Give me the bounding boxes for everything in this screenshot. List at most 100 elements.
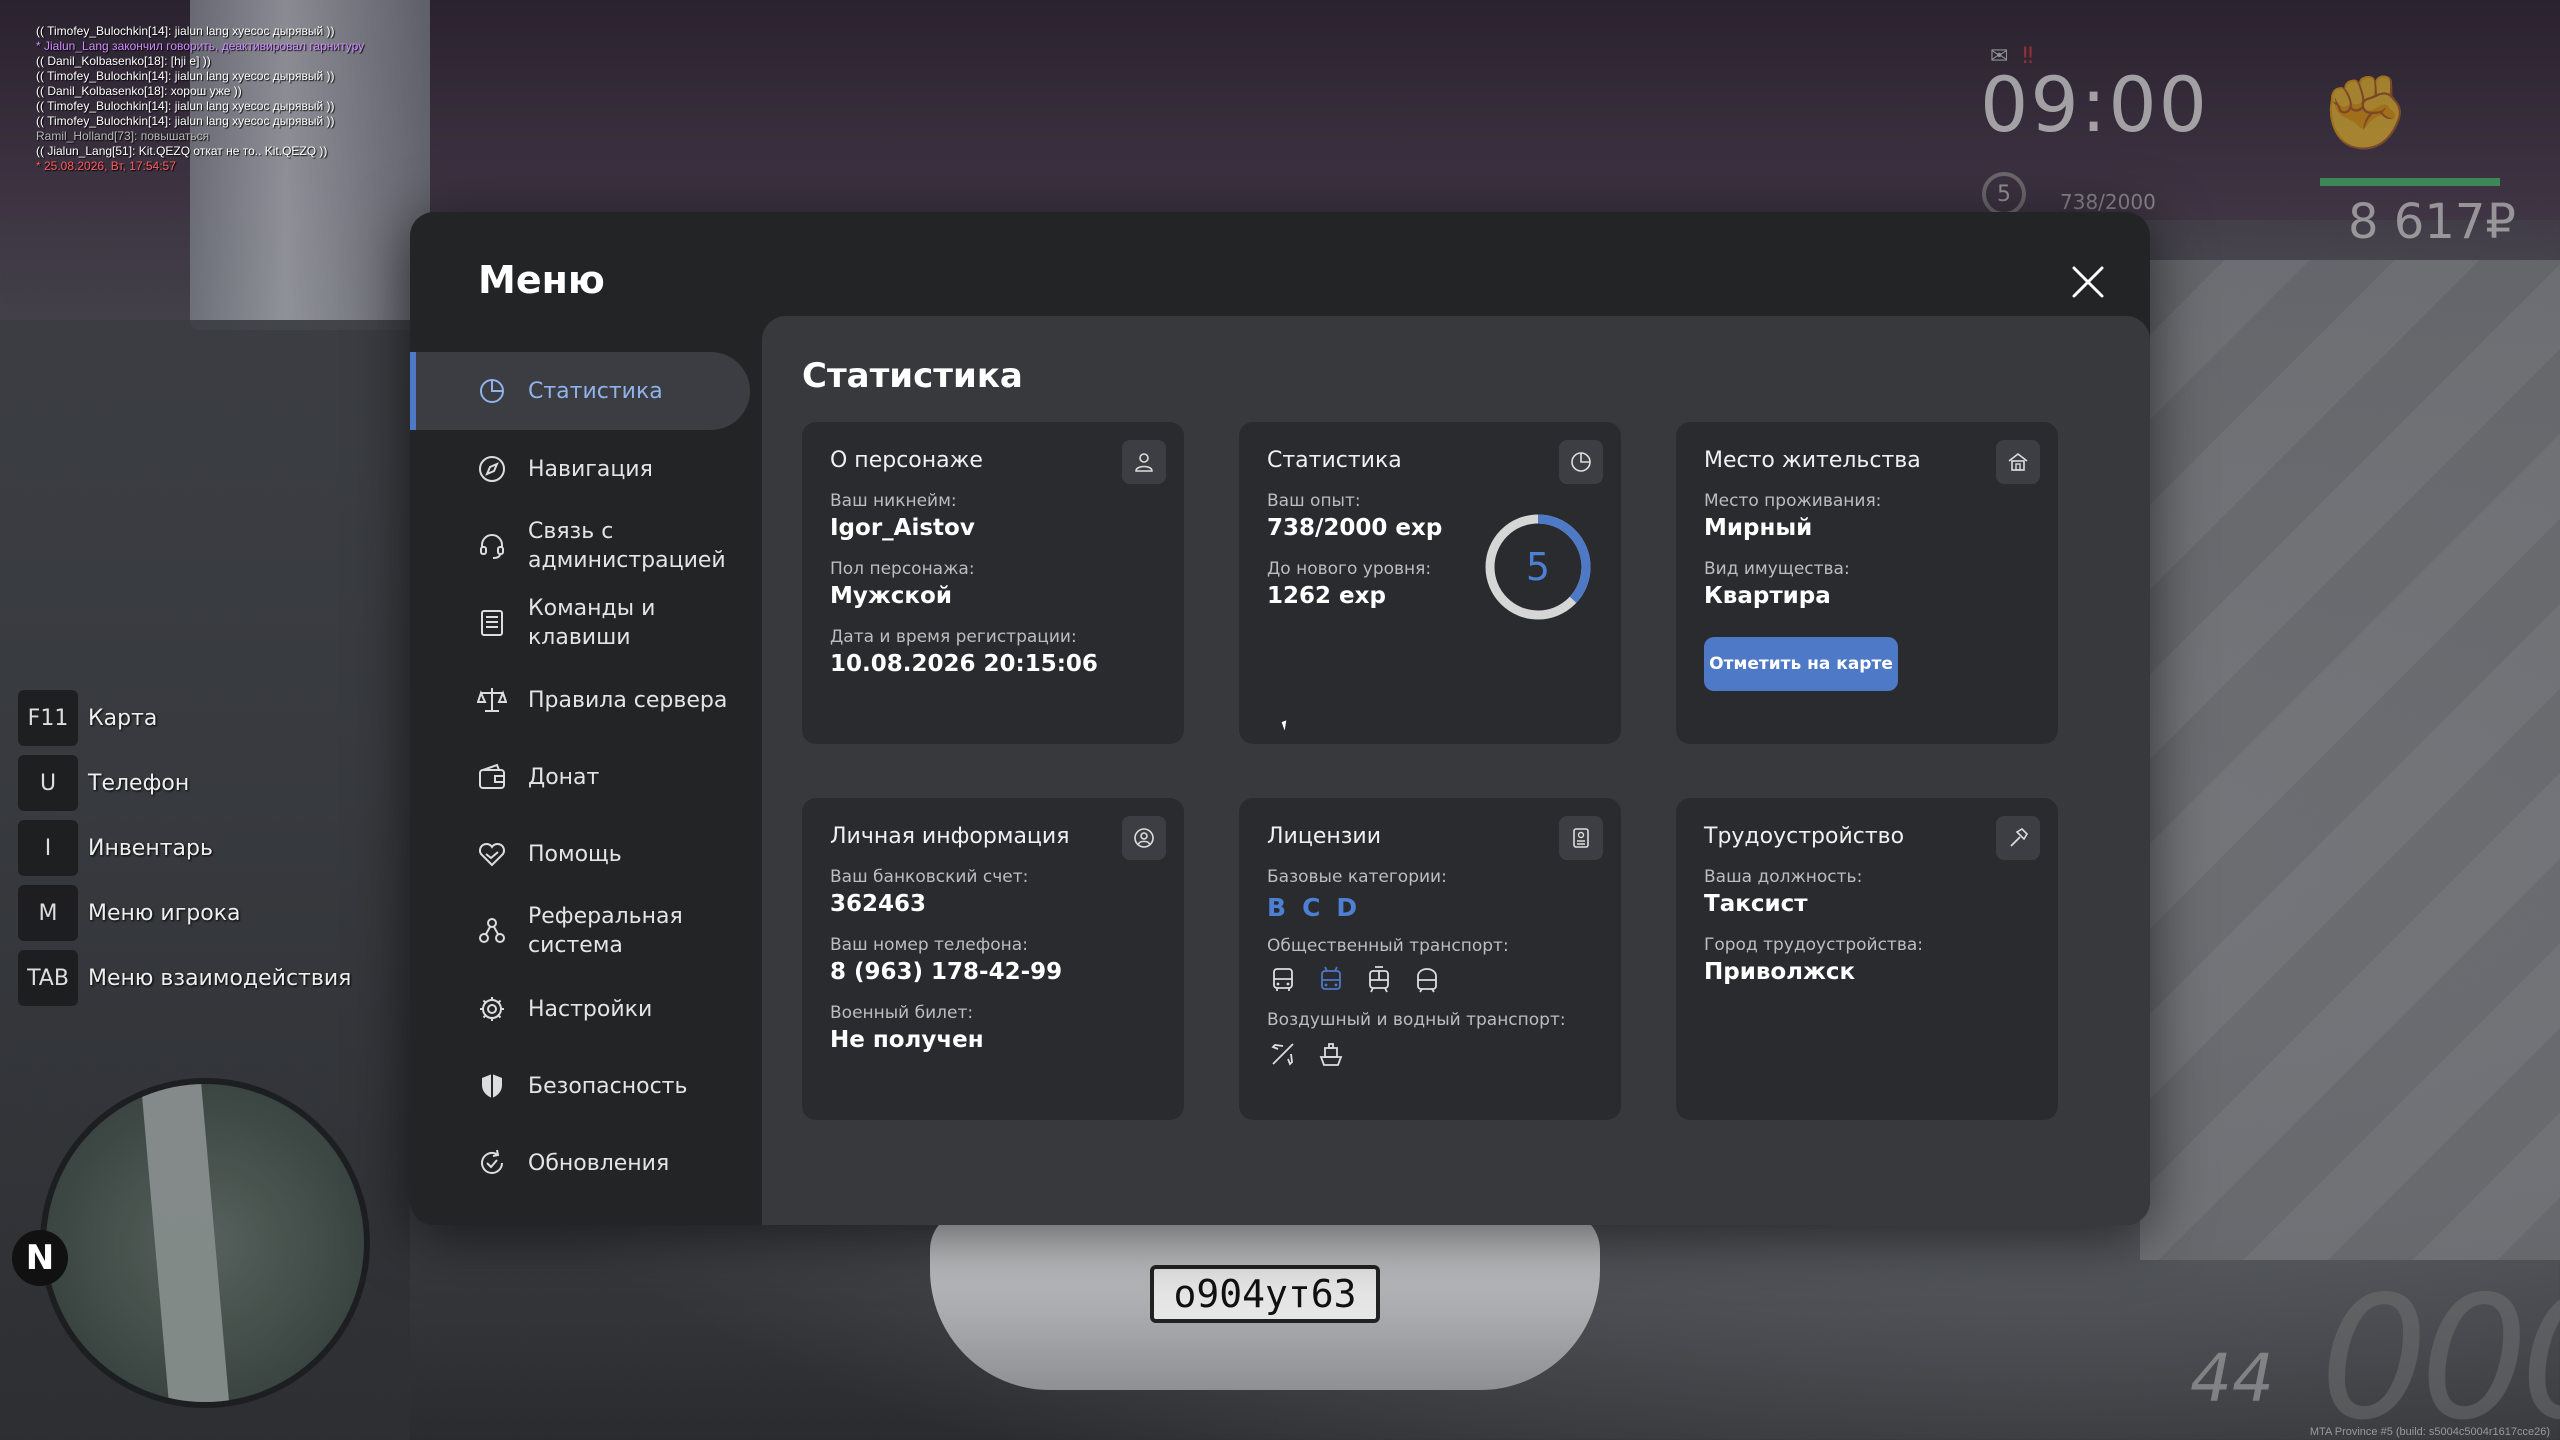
air-water-transport-label: Воздушный и водный транспорт: xyxy=(1267,1010,1566,1030)
license-categories: B C D xyxy=(1267,893,1593,922)
gender-label: Пол персонажа: xyxy=(830,559,975,579)
reg-label: Дата и время регистрации: xyxy=(830,627,1077,647)
card-title: О персонаже xyxy=(830,448,983,473)
mark-on-map-button[interactable]: Отметить на карте xyxy=(1704,637,1898,691)
menu-modal: Меню Статистика Навигация Связь с админи… xyxy=(410,212,2150,1225)
build-info: MTA Province #5 (build: s5004c5004r1617c… xyxy=(2309,1426,2550,1438)
user-circle-icon xyxy=(1122,816,1166,860)
handshake-heart-icon xyxy=(476,838,508,870)
card-employment: Трудоустройство Ваша должность: Таксист … xyxy=(1676,798,2058,1120)
plane-icon xyxy=(1267,1038,1299,1070)
nav-item-donate[interactable]: Донат xyxy=(410,738,750,816)
exp-label: Ваш опыт: xyxy=(1267,491,1361,511)
key-hint: F11 Карта xyxy=(18,690,351,746)
level-value: 5 xyxy=(1525,545,1551,589)
update-check-icon xyxy=(476,1147,508,1179)
category-c: C xyxy=(1302,893,1321,922)
key-label: Меню игрока xyxy=(88,900,241,926)
nav-label: Реферальная система xyxy=(528,904,683,958)
nav-item-help[interactable]: Помощь xyxy=(410,816,750,892)
menu-sidebar: Статистика Навигация Связь с администрац… xyxy=(410,352,750,1202)
hammer-icon xyxy=(1996,816,2040,860)
position-label: Ваша должность: xyxy=(1704,867,1863,887)
shield-icon xyxy=(476,1070,508,1102)
nav-label: Команды и клавиши xyxy=(528,596,656,650)
bus-icon xyxy=(1267,964,1299,996)
key-hint: TAB Меню взаимодействия xyxy=(18,950,351,1006)
chat-line: (( Timofey_Bulochkin[14]: jialun lang ху… xyxy=(36,99,335,113)
fuel-level: 44 xyxy=(2190,1340,2274,1417)
hud-exp: 738/2000 xyxy=(2060,190,2156,214)
nav-label: Донат xyxy=(528,764,600,790)
ship-icon xyxy=(1315,1038,1347,1070)
nav-item-updates[interactable]: Обновления xyxy=(410,1124,750,1202)
reg-value: 10.08.2026 20:15:06 xyxy=(830,651,1098,677)
close-button[interactable] xyxy=(2062,256,2114,308)
stats-pie-icon xyxy=(476,375,508,407)
referral-people-icon xyxy=(476,915,508,947)
headset-icon xyxy=(476,530,508,562)
chat-line: Ramil_Holland[73]: повышаться xyxy=(36,129,210,143)
metro-icon xyxy=(1411,964,1443,996)
nav-item-referral[interactable]: Реферальная система xyxy=(410,892,750,970)
key-hint: I Инвентарь xyxy=(18,820,351,876)
key-hint: U Телефон xyxy=(18,755,351,811)
public-transport-label: Общественный транспорт: xyxy=(1267,936,1509,956)
content-panel: Статистика О персонаже Ваш никнейм: Igor… xyxy=(762,316,2150,1225)
user-icon xyxy=(1122,440,1166,484)
key-cap: TAB xyxy=(18,950,78,1006)
nav-label: Помощь xyxy=(528,841,622,867)
gender-value: Мужской xyxy=(830,583,952,609)
key-label: Телефон xyxy=(88,770,190,796)
speed-value: 000 xyxy=(2320,1260,2560,1440)
hud: ✉ ‼ 09:00 5 738/2000 ✊ 8 617₽ xyxy=(1960,30,2560,250)
key-cap: F11 xyxy=(18,690,78,746)
tram-icon xyxy=(1363,964,1395,996)
bank-label: Ваш банковский счет: xyxy=(830,867,1029,887)
category-b: B xyxy=(1267,893,1287,922)
nav-item-statistics[interactable]: Статистика xyxy=(410,352,750,430)
key-cap: I xyxy=(18,820,78,876)
chat-line: * 25.08.2026, Вт, 17:54:57 xyxy=(36,159,176,173)
modal-title: Меню xyxy=(478,258,605,302)
nav-label: Навигация xyxy=(528,456,653,482)
key-label: Карта xyxy=(88,705,158,731)
content-title: Статистика xyxy=(802,356,1023,396)
chat-line: (( Timofey_Bulochkin[14]: jialun lang ху… xyxy=(36,114,335,128)
nick-label: Ваш никнейм: xyxy=(830,491,957,511)
card-title: Статистика xyxy=(1267,448,1402,473)
key-cap: M xyxy=(18,885,78,941)
chat-log: (( Timofey_Bulochkin[14]: jialun lang ху… xyxy=(36,24,364,174)
property-value: Квартира xyxy=(1704,583,1831,609)
minimap xyxy=(40,1078,370,1408)
nav-item-security[interactable]: Безопасность xyxy=(410,1048,750,1124)
base-categories-label: Базовые категории: xyxy=(1267,867,1447,887)
phone-value: 8 (963) 178-42-99 xyxy=(830,959,1063,985)
close-icon xyxy=(2072,266,2104,298)
card-personal-info: Личная информация Ваш банковский счет: 3… xyxy=(802,798,1184,1120)
military-value: Не получен xyxy=(830,1027,984,1053)
key-label: Меню взаимодействия xyxy=(88,965,352,991)
job-city-value: Приволжск xyxy=(1704,959,1856,985)
nav-label: Безопасность xyxy=(528,1073,688,1099)
hud-time: 09:00 xyxy=(1980,60,2210,149)
key-hint: M Меню игрока xyxy=(18,885,351,941)
wallet-icon xyxy=(476,761,508,793)
document-list-icon xyxy=(476,607,508,639)
nav-item-navigation[interactable]: Навигация xyxy=(410,430,750,508)
phone-label: Ваш номер телефона: xyxy=(830,935,1028,955)
nav-item-rules[interactable]: Правила сервера xyxy=(410,662,750,738)
card-title: Трудоустройство xyxy=(1704,824,1905,849)
house-icon xyxy=(1996,440,2040,484)
chat-line: (( Danil_Kolbasenko[18]: [hji e] )) xyxy=(36,54,211,68)
place-value: Мирный xyxy=(1704,515,1813,541)
license-plate: о904ут63 xyxy=(1150,1265,1380,1323)
position-value: Таксист xyxy=(1704,891,1808,917)
nav-label: Обновления xyxy=(528,1150,670,1176)
category-d: D xyxy=(1336,893,1358,922)
trolleybus-icon xyxy=(1315,964,1347,996)
nav-item-commands[interactable]: Команды и клавиши xyxy=(410,584,750,662)
nav-item-admin-contact[interactable]: Связь с администрацией xyxy=(410,508,750,584)
nav-item-settings[interactable]: Настройки xyxy=(410,970,750,1048)
public-transport-icons xyxy=(1267,964,1593,996)
